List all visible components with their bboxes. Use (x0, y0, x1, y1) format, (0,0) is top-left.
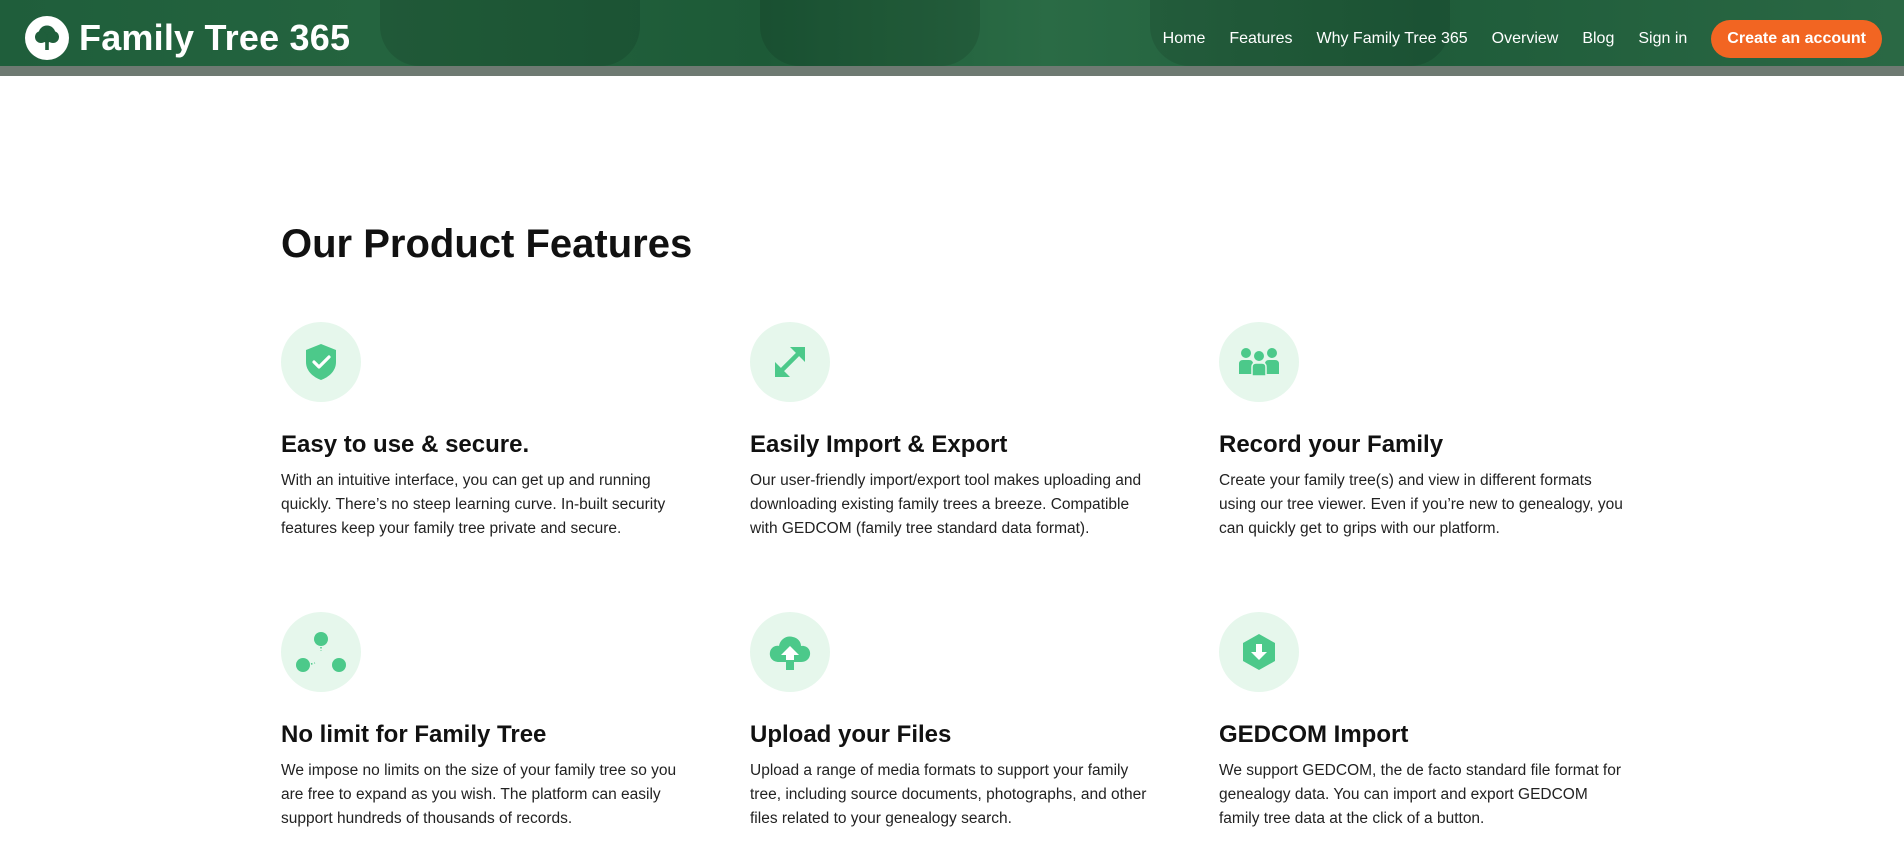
feature-card: Easily Import & Export Our user-friendly… (750, 322, 1160, 541)
feature-description: Create your family tree(s) and view in d… (1219, 472, 1623, 537)
download-badge-icon (1219, 612, 1299, 692)
feature-description: We impose no limits on the size of your … (281, 762, 677, 827)
brand-name: Family Tree 365 (79, 17, 351, 58)
brand-home-link[interactable]: Family Tree 365 (25, 16, 350, 60)
nav-features[interactable]: Features (1229, 30, 1292, 48)
page-title: Our Product Features (281, 222, 693, 266)
nav-why[interactable]: Why Family Tree 365 (1316, 30, 1467, 48)
feature-title: Easily Import & Export (750, 431, 1008, 458)
create-account-button[interactable]: Create an account (1711, 20, 1882, 58)
header-divider (0, 66, 1904, 76)
feature-description: We support GEDCOM, the de facto standard… (1219, 762, 1622, 827)
expand-arrows-icon (750, 322, 830, 402)
nav-sign-in[interactable]: Sign in (1638, 30, 1687, 48)
shield-check-icon (281, 322, 361, 402)
nav-overview[interactable]: Overview (1492, 30, 1559, 48)
feature-title: Record your Family (1219, 431, 1444, 458)
feature-card: GEDCOM Import We support GEDCOM, the de … (1219, 612, 1629, 831)
nodes-icon (281, 612, 361, 692)
nav-blog[interactable]: Blog (1582, 30, 1614, 48)
header-background-photo (380, 0, 640, 66)
feature-description: Our user-friendly import/export tool mak… (750, 472, 1142, 537)
header-background-photo (760, 0, 980, 66)
nav-home[interactable]: Home (1163, 30, 1206, 48)
feature-description: With an intuitive interface, you can get… (281, 472, 666, 537)
feature-title: Easy to use & secure. (281, 431, 530, 458)
main-nav: Home Features Why Family Tree 365 Overvi… (1139, 20, 1882, 58)
cloud-upload-icon (750, 612, 830, 692)
feature-card: Record your Family Create your family tr… (1219, 322, 1629, 541)
feature-card: No limit for Family Tree We impose no li… (281, 612, 691, 831)
feature-card: Easy to use & secure. With an intuitive … (281, 322, 691, 541)
feature-card: Upload your Files Upload a range of medi… (750, 612, 1160, 831)
feature-title: Upload your Files (750, 721, 952, 748)
feature-description: Upload a range of media formats to suppo… (750, 762, 1147, 827)
feature-title: No limit for Family Tree (281, 721, 547, 748)
site-header: Family Tree 365 Home Features Why Family… (0, 0, 1904, 66)
family-icon (1219, 322, 1299, 402)
feature-title: GEDCOM Import (1219, 721, 1409, 748)
tree-icon (25, 16, 69, 60)
